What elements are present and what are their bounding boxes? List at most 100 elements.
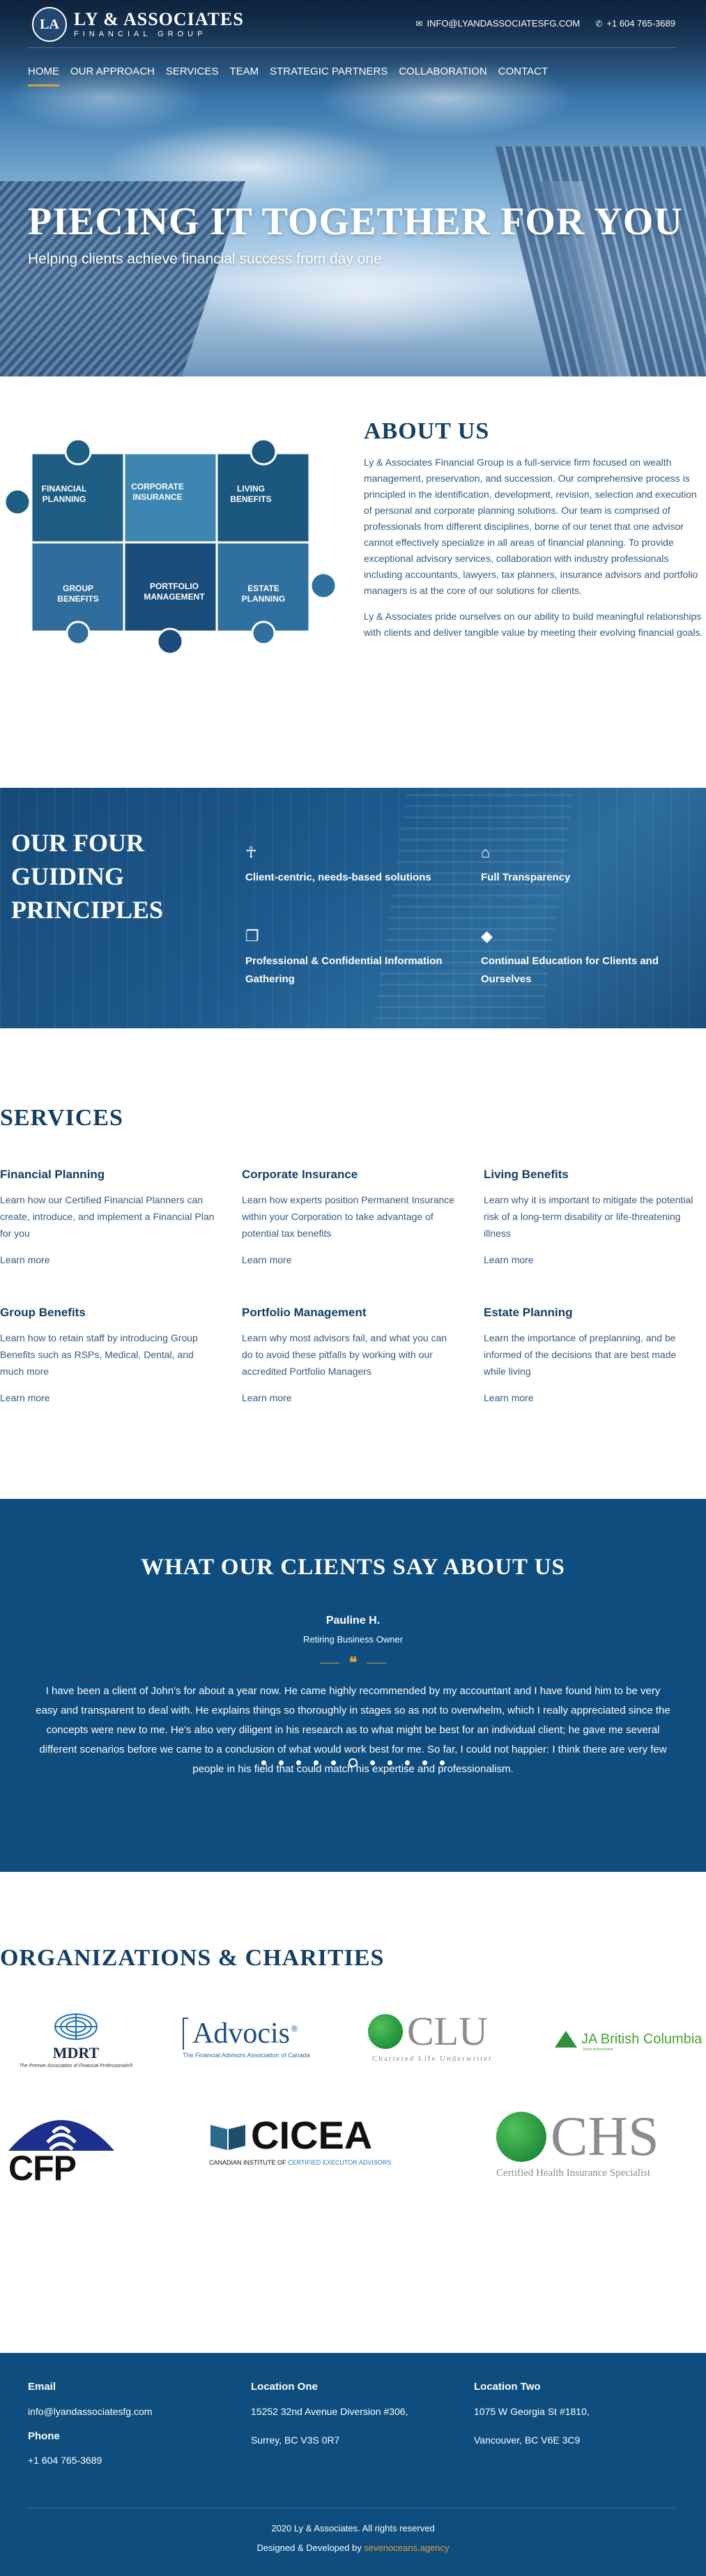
ja-bc-logo[interactable]: JA British Columbia Junior Achievement [555, 2031, 705, 2052]
testimonial-role: Retiring Business Owner [302, 1634, 404, 1645]
header-phone: +1 604 765-3689 [606, 18, 675, 29]
footer-phone-label: Phone [28, 2430, 60, 2442]
mdrt-tagline: The Premier Association of Financial Pro… [19, 2064, 133, 2068]
mdrt-name: MDRT [52, 2044, 100, 2061]
service-card: Estate Planning Learn the importance of … [484, 1306, 700, 1403]
services-section: SERVICES Financial Planning Learn how ou… [0, 1028, 706, 1499]
footer-email-link[interactable]: info@lyandassociatesfg.com [28, 2405, 152, 2418]
service-title: Portfolio Management [242, 1306, 367, 1319]
learn-more-link[interactable]: Learn more [242, 1392, 458, 1403]
organizations-title: ORGANIZATIONS & CHARITIES [0, 1945, 385, 1971]
service-description: Learn why it is important to mitigate th… [484, 1194, 693, 1239]
learn-more-link[interactable]: Learn more [0, 1392, 216, 1403]
carousel-dot[interactable] [261, 1760, 266, 1765]
puzzle-label-corporate-insurance: CORPORATE INSURANCE [131, 482, 184, 502]
carousel-dot[interactable] [440, 1760, 445, 1765]
header-email-link[interactable]: ✉ INFO@LYANDASSOCIATESFG.COM [415, 18, 580, 29]
clu-tagline: Chartered Life Underwriter [372, 2055, 493, 2063]
learn-more-link[interactable]: Learn more [0, 1254, 216, 1265]
about-section: FINANCIAL PLANNING CORPORATE INSURANCE LIV… [0, 376, 706, 788]
principle-label: Full Transparency [481, 871, 571, 883]
carousel-dot[interactable] [314, 1760, 319, 1765]
footer-location-one: Location One 15252 32nd Avenue Diversion… [251, 2381, 408, 2446]
nav-services[interactable]: SERVICES [166, 66, 219, 86]
main-nav: HOME OUR APPROACH SERVICES TEAM STRATEGI… [28, 66, 548, 86]
learn-more-link[interactable]: Learn more [242, 1254, 458, 1265]
service-title: Estate Planning [484, 1306, 573, 1319]
services-title: SERVICES [0, 1105, 123, 1131]
learn-more-link[interactable]: Learn more [484, 1392, 700, 1403]
testimonial-divider: ❝ [0, 1654, 706, 1672]
quote-icon: ❝ [348, 1654, 358, 1671]
footer-location-two-label: Location Two [474, 2381, 541, 2393]
footer-phone-link[interactable]: +1 604 765-3689 [28, 2455, 152, 2466]
cicea-logo[interactable]: CICEA CANADIAN INSTITUTE OF CERTIFIED EX… [209, 2116, 418, 2167]
testimonial-title: WHAT OUR CLIENTS SAY ABOUT US [141, 1555, 565, 1580]
puzzle-label-group-benefits: GROUP BENEFITS [57, 584, 98, 604]
agency-link[interactable]: sevenoceans.agency [364, 2543, 449, 2553]
carousel-dot[interactable] [296, 1760, 301, 1765]
chs-logo[interactable]: CHS Certified Health Insurance Specialis… [496, 2109, 705, 2179]
puzzle-label-financial-planning: FINANCIAL PLANNING [42, 484, 87, 504]
ja-name: JA British Columbia [581, 2031, 703, 2047]
logo-text: LY & ASSOCIATES FINANCIAL GROUP [74, 9, 244, 39]
nav-collaboration[interactable]: COLLABORATION [399, 66, 486, 86]
carousel-dot[interactable] [331, 1760, 336, 1765]
clu-logo[interactable]: CLU Chartered Life Underwriter [368, 2011, 528, 2063]
testimonial-author: Pauline H. [325, 1615, 381, 1626]
header-contact: ✉ INFO@LYANDASSOCIATESFG.COM ✆ +1 604 765-… [415, 18, 675, 29]
principles-section: OUR FOUR GUIDING PRINCIPLES ☥ Client-cen… [0, 788, 706, 1028]
carousel-dot[interactable] [370, 1760, 375, 1765]
chs-globe-icon [496, 2112, 546, 2162]
service-description: Learn why most advisors fail, and what y… [242, 1332, 447, 1377]
about-content: ABOUT US Ly & Associates Financial Group… [364, 418, 705, 641]
carousel-dot[interactable] [387, 1760, 392, 1765]
nav-home[interactable]: HOME [28, 66, 59, 86]
cicea-tagline: CANADIAN INSTITUTE OF CERTIFIED EXECUTOR… [209, 2159, 418, 2166]
nav-contact[interactable]: CONTACT [498, 66, 548, 86]
learn-more-link[interactable]: Learn more [484, 1254, 700, 1265]
service-description: Learn how to retain staff by introducing… [0, 1332, 198, 1377]
site-footer: Email info@lyandassociatesfg.com Phone +… [0, 2353, 706, 2576]
service-title: Corporate Insurance [242, 1168, 358, 1181]
logo-badge-icon: LA [32, 7, 67, 42]
header-email: INFO@LYANDASSOCIATESFG.COM [427, 18, 581, 29]
footer-location-two-line-1: 1075 W Georgia St #1810, [474, 2406, 590, 2417]
site-logo[interactable]: LA LY & ASSOCIATES FINANCIAL GROUP [32, 7, 244, 42]
service-title: Living Benefits [484, 1168, 569, 1181]
clu-globe-icon [368, 2014, 403, 2049]
person-icon: ☥ [245, 844, 257, 861]
puzzle-label-portfolio-management: PORTFOLIO MANAGEMENT [144, 581, 205, 602]
carousel-dot[interactable] [279, 1760, 284, 1765]
cfp-name: CFP [8, 2149, 77, 2188]
nav-strategic-partners[interactable]: STRATEGIC PARTNERS [270, 66, 387, 86]
footer-location-two-line-2: Vancouver, BC V6E 3C9 [474, 2434, 581, 2446]
graduation-cap-icon: ◆ [481, 927, 493, 945]
phone-icon: ✆ [595, 19, 603, 29]
chs-tagline: Certified Health Insurance Specialist [496, 2167, 651, 2179]
nav-our-approach[interactable]: OUR APPROACH [70, 66, 155, 86]
advocis-logo[interactable]: Advocis ® The Financial Advisors Associa… [183, 2017, 343, 2059]
logo-name: LY & ASSOCIATES [74, 9, 244, 29]
hero-title: PIECING IT TOGETHER FOR YOU [28, 200, 683, 243]
service-description: Learn the importance of preplanning, and… [484, 1332, 677, 1377]
cfp-logo[interactable]: CFP [6, 2109, 117, 2193]
copy-icon: ❐ [245, 927, 259, 945]
footer-location-one-label: Location One [251, 2381, 318, 2393]
ja-tagline: Junior Achievement [583, 2048, 613, 2052]
chs-name: CHS [551, 2106, 659, 2167]
nav-team[interactable]: TEAM [229, 66, 259, 86]
bank-icon: ⌂ [481, 844, 491, 861]
carousel-dot[interactable] [422, 1760, 427, 1765]
carousel-dot[interactable] [405, 1760, 410, 1765]
ja-mountain-icon [555, 2031, 577, 2048]
carousel-dots [0, 1758, 706, 1767]
header-phone-link[interactable]: ✆ +1 604 765-3689 [595, 18, 675, 29]
cicea-tagline-part-2: CERTIFIED EXECUTOR ADVISORS [288, 2159, 392, 2166]
carousel-dot[interactable] [348, 1758, 358, 1767]
testimonial-section: WHAT OUR CLIENTS SAY ABOUT US Pauline H.… [0, 1499, 706, 1872]
service-card: Group Benefits Learn how to retain staff… [0, 1306, 216, 1403]
mdrt-logo[interactable]: MDRT The Premier Association of Financia… [3, 2011, 149, 2068]
footer-location-one-line-1: 15252 32nd Avenue Diversion #306, [251, 2406, 408, 2417]
footer-credit: Designed & Developed by sevenoceans.agen… [0, 2543, 706, 2553]
